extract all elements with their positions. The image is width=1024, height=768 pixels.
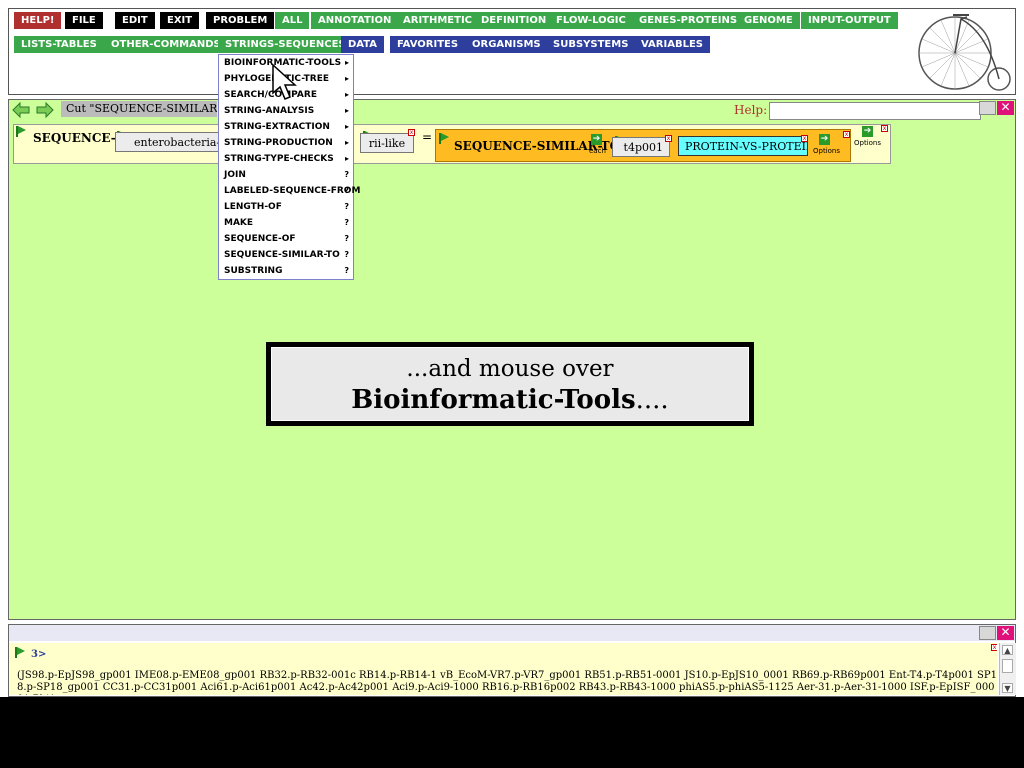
options-arrow-icon[interactable]: ➔ (862, 126, 873, 137)
strings-sequences-menu-button[interactable]: STRINGS-SEQUENCES (218, 36, 353, 53)
caption-ellipsis: .... (635, 385, 669, 415)
menu-item-labeled-sequence-from[interactable]: LABELED-SEQUENCE-FROM? (224, 183, 360, 199)
console-output-text: (JS98.p-EpJS98_gp001 IME08.p-EME08_gp001… (17, 670, 997, 695)
file-menu-button[interactable]: FILE (65, 12, 103, 29)
delete-x-icon[interactable]: x (881, 125, 888, 132)
options-label[interactable]: Options (854, 139, 881, 147)
sequence-similar-to-block[interactable]: SEQUENCE-SIMILAR-TO ➔ each t4p001 x PROT… (435, 129, 851, 162)
tutorial-caption-panel: ...and mouse over Bioinformatic-Tools...… (271, 347, 749, 421)
last-action-label: Cut "SEQUENCE-SIMILAR-TO" (61, 101, 217, 117)
t4p001-argument-box[interactable]: t4p001 (612, 137, 670, 157)
scroll-up-icon[interactable]: ▲ (1002, 645, 1013, 655)
menu-item-string-production[interactable]: STRING-PRODUCTION ▸ (224, 135, 349, 151)
delete-x-icon[interactable]: x (408, 129, 415, 136)
flow-logic-menu-button[interactable]: FLOW-LOGIC (549, 12, 633, 29)
protein-vs-protein-box[interactable]: PROTEIN-VS-PROTEIN (678, 136, 808, 156)
arithmetic-menu-button[interactable]: ARITHMETIC (396, 12, 480, 29)
genes-proteins-menu-button[interactable]: GENES-PROTEINS (632, 12, 745, 29)
exit-menu-button[interactable]: EXIT (160, 12, 200, 29)
console-titlebar: ✕ (9, 625, 1015, 641)
back-arrow-icon[interactable] (12, 102, 30, 118)
help-search-label: Help: (734, 103, 768, 117)
favorites-menu-button[interactable]: FAVORITES (390, 36, 466, 53)
options-label[interactable]: Options (813, 147, 840, 155)
forward-arrow-icon[interactable] (36, 102, 54, 118)
variables-menu-button[interactable]: VARIABLES (634, 36, 710, 53)
console-output-area[interactable]: 3> x (JS98.p-EpJS98_gp001 IME08.p-EME08_… (9, 643, 997, 695)
menu-item-make[interactable]: MAKE? (224, 215, 349, 231)
menu-item-substring[interactable]: SUBSTRING? (224, 263, 349, 279)
help-search-input[interactable] (769, 102, 981, 120)
rii-like-argument-box[interactable]: rii-like (360, 133, 414, 153)
each-label: each (589, 147, 606, 155)
console-panel: ✕ 3> x (JS98.p-EpJS98_gp001 IME08.p-EME0… (8, 624, 1016, 697)
subsystems-menu-button[interactable]: SUBSYSTEMS (546, 36, 636, 53)
delete-x-icon[interactable]: x (991, 644, 997, 651)
menu-item-sequence-similar-to[interactable]: SEQUENCE-SIMILAR-TO? (224, 247, 349, 263)
caption-bold-term: Bioinformatic-Tools (351, 385, 636, 415)
tutorial-caption: ...and mouse over Bioinformatic-Tools...… (266, 342, 754, 426)
input-output-menu-button[interactable]: INPUT-OUTPUT (801, 12, 898, 29)
lists-tables-menu-button[interactable]: LISTS-TABLES (14, 36, 104, 53)
mouse-cursor-icon (272, 64, 297, 100)
equals-sign: = (422, 130, 433, 144)
scroll-thumb[interactable] (1002, 659, 1013, 673)
caption-line-2: Bioinformatic-Tools.... (272, 385, 748, 415)
menu-item-string-extraction[interactable]: STRING-EXTRACTION ▸ (224, 119, 349, 135)
console-scrollbar[interactable]: ▲ ▼ (999, 643, 1016, 695)
workspace-titlebar: Cut "SEQUENCE-SIMILAR-TO" Help: ✕ (9, 100, 1015, 120)
menu-item-string-analysis[interactable]: STRING-ANALYSIS ▸ (224, 103, 349, 119)
command-toolbar: HELP! FILE EDIT EXIT PROBLEM ALL ANNOTAT… (8, 8, 1016, 95)
close-icon[interactable]: ✕ (997, 626, 1014, 640)
expression-row: SEQUENCE-OF enterobacteria-pha rii-like … (13, 124, 891, 164)
green-flag-icon[interactable] (15, 647, 26, 658)
caption-line-1: ...and mouse over (406, 356, 614, 382)
delete-x-icon[interactable]: x (665, 135, 672, 142)
data-menu-button[interactable]: DATA (341, 36, 385, 53)
close-icon[interactable]: ✕ (997, 101, 1014, 115)
organism-argument-box[interactable]: enterobacteria-pha (115, 132, 225, 152)
green-flag-icon[interactable] (16, 126, 27, 137)
help-button[interactable]: HELP! (14, 12, 62, 29)
definition-menu-button[interactable]: DEFINITION (474, 12, 554, 29)
minimize-button[interactable] (979, 626, 996, 640)
penny-farthing-logo (918, 14, 1011, 91)
menu-item-join[interactable]: JOIN? (224, 167, 349, 183)
delete-x-icon[interactable]: x (843, 131, 850, 138)
scroll-down-icon[interactable]: ▼ (1002, 683, 1013, 693)
console-prompt: 3> (31, 649, 47, 660)
all-menu-button[interactable]: ALL (275, 12, 310, 29)
menu-item-sequence-of[interactable]: SEQUENCE-OF? (224, 231, 349, 247)
annotation-menu-button[interactable]: ANNOTATION (311, 12, 399, 29)
other-commands-menu-button[interactable]: OTHER-COMMANDS (104, 36, 228, 53)
menu-item-string-type-checks[interactable]: STRING-TYPE-CHECKS ▸ (224, 151, 349, 167)
green-flag-icon[interactable] (439, 133, 450, 144)
app-window: HELP! FILE EDIT EXIT PROBLEM ALL ANNOTAT… (0, 0, 1024, 697)
delete-x-icon[interactable]: x (801, 135, 808, 142)
edit-menu-button[interactable]: EDIT (115, 12, 155, 29)
genome-menu-button[interactable]: GENOME (737, 12, 800, 29)
options-arrow-icon[interactable]: ➔ (819, 134, 830, 145)
problem-menu-button[interactable]: PROBLEM (206, 12, 275, 29)
minimize-button[interactable] (979, 101, 996, 115)
menu-item-length-of[interactable]: LENGTH-OF? (224, 199, 349, 215)
each-arrow-icon[interactable]: ➔ (591, 134, 602, 145)
organisms-menu-button[interactable]: ORGANISMS (465, 36, 548, 53)
